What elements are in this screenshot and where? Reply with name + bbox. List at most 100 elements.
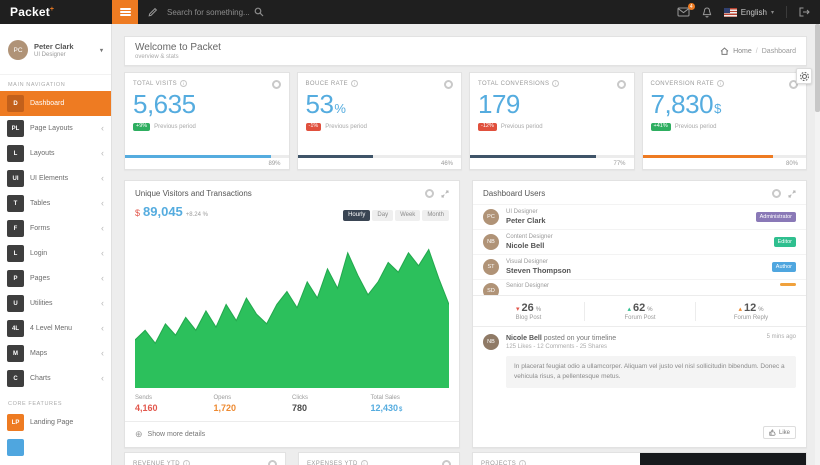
user-list-item[interactable]: NB Content Designer Nicole Bell Editor [473, 229, 806, 254]
menu-item-label: Landing Page [30, 419, 73, 426]
metric-forum-post: ▴ 62 % Forum Post [584, 302, 695, 321]
menu-item-label: Layouts [30, 150, 55, 157]
activity-author[interactable]: Nicole Bell [506, 335, 542, 342]
user-profile[interactable]: PC Peter Clark UI Designer ▾ [0, 24, 111, 75]
user-list-item[interactable]: ST Visual Designer Steven Thompson Autho… [473, 254, 806, 279]
user-list-item[interactable]: SD Senior Designer [473, 279, 806, 295]
info-icon: i [519, 460, 526, 465]
progress-percent: 46% [441, 161, 453, 167]
donut-icon[interactable] [617, 80, 626, 89]
project-photo [640, 453, 807, 465]
gear-icon [799, 71, 810, 82]
settings-gear-button[interactable] [796, 68, 812, 84]
activity-item: NB Nicole Bell posted on your timeline 1… [473, 326, 806, 350]
chevron-down-icon: ▾ [100, 47, 103, 54]
footer-stat-label: Total Sales [371, 395, 450, 401]
navbar-divider [786, 6, 787, 18]
donut-icon[interactable] [444, 80, 453, 89]
compose-icon[interactable] [148, 7, 158, 17]
footer-stat-value: 780 [292, 403, 371, 413]
donut-icon[interactable] [268, 460, 277, 465]
search-icon[interactable] [254, 7, 264, 17]
avatar: NB [483, 234, 499, 250]
donut-icon[interactable] [272, 80, 281, 89]
chevron-left-icon: ‹ [101, 249, 104, 258]
sidebar-item-maps[interactable]: M Maps ‹ [0, 341, 111, 366]
scrollbar-thumb[interactable] [815, 24, 820, 112]
chart-footer-stats: Sends 4,160 Opens 1,720 Clicks 780 Total… [125, 388, 459, 421]
menu-letter-icon: 4L [7, 320, 24, 337]
range-button-day[interactable]: Day [372, 210, 393, 221]
menu-letter-icon: U [7, 295, 24, 312]
menu-letter-icon: P [7, 270, 24, 287]
range-button-week[interactable]: Week [395, 210, 420, 221]
stat-value: 53% [306, 90, 454, 120]
expand-icon[interactable] [788, 190, 796, 198]
search-input[interactable] [167, 8, 249, 17]
page-scrollbar[interactable] [815, 24, 820, 465]
avatar: PC [8, 40, 28, 60]
sidebar-item-login[interactable]: L Login ‹ [0, 241, 111, 266]
avatar: ST [483, 259, 499, 275]
expand-icon[interactable] [441, 190, 449, 198]
role-badge: Administrator [756, 212, 796, 222]
range-button-hourly[interactable]: Hourly [343, 210, 370, 221]
breadcrumb: Home / Dashboard [720, 47, 796, 55]
sidebar-toggle-button[interactable] [112, 0, 138, 24]
sidebar-item-clipped[interactable] [0, 435, 111, 460]
breadcrumb-home[interactable]: Home [733, 48, 752, 55]
sidebar-item-charts[interactable]: C Charts ‹ [0, 366, 111, 391]
sidebar-item-page-layouts[interactable]: PL Page Layouts ‹ [0, 116, 111, 141]
user-role: UI Designer [506, 209, 546, 215]
language-selector[interactable]: English ▾ [724, 8, 774, 17]
metrics-row: ▾ 26 % Blog Post ▴ 62 % Forum Post [473, 295, 806, 326]
footer-stat-label: Opens [214, 395, 293, 401]
activity-quote: In placerat feugiat odio a ullamcorper. … [506, 356, 796, 388]
stat-card-total-conversions: TOTAL CONVERSIONSi 179 -12% Previous per… [469, 72, 635, 170]
delta-badge: +41% [651, 123, 671, 132]
logout-icon[interactable] [799, 7, 810, 17]
sidebar-item-4-level-menu[interactable]: 4L 4 Level Menu ‹ [0, 316, 111, 341]
chevron-left-icon: ‹ [101, 149, 104, 158]
refresh-circle-icon[interactable] [425, 189, 434, 198]
like-button[interactable]: Like [763, 426, 796, 439]
trend-down-caret-icon: ▾ [516, 305, 520, 313]
range-button-month[interactable]: Month [422, 210, 449, 221]
stat-label: PROJECTS [481, 461, 516, 465]
projects-card: PROJECTSi [472, 452, 807, 465]
menu-letter-icon: LP [7, 414, 24, 431]
stat-label: TOTAL VISITS [133, 81, 177, 87]
amount-delta: +8.24 % [186, 212, 208, 218]
delta-badge: -1% [306, 123, 322, 132]
menu-item-label: UI Elements [30, 175, 68, 182]
sidebar-item-layouts[interactable]: L Layouts ‹ [0, 141, 111, 166]
plus-circle-icon: ⊕ [135, 430, 143, 439]
menu-letter-icon: L [7, 245, 24, 262]
chevron-down-icon: ▾ [771, 9, 774, 16]
metric-blog-post: ▾ 26 % Blog Post [473, 302, 584, 321]
sidebar-item-tables[interactable]: T Tables ‹ [0, 191, 111, 216]
sidebar-item-landing-page[interactable]: LP Landing Page [0, 410, 111, 435]
refresh-circle-icon[interactable] [772, 189, 781, 198]
user-name: Peter Clark [34, 42, 74, 52]
progress-bar [298, 155, 462, 158]
donut-icon[interactable] [442, 460, 451, 465]
logo[interactable]: Packet+ [0, 5, 112, 19]
footer-stat-value: 1,720 [214, 403, 293, 413]
sidebar-item-dashboard[interactable]: D Dashboard [0, 91, 111, 116]
menu-item-label: 4 Level Menu [30, 325, 72, 332]
user-name: Steven Thompson [506, 266, 571, 275]
home-icon[interactable] [720, 47, 729, 55]
user-list-item[interactable]: PC UI Designer Peter Clark Administrator [473, 204, 806, 229]
menu-item-label: Charts [30, 375, 51, 382]
breadcrumb-separator: / [756, 48, 758, 55]
sidebar-item-utilities[interactable]: U Utilities ‹ [0, 291, 111, 316]
messages-icon[interactable]: 4 [677, 7, 690, 17]
sidebar-item-pages[interactable]: P Pages ‹ [0, 266, 111, 291]
sidebar-item-forms[interactable]: F Forms ‹ [0, 216, 111, 241]
sidebar-item-ui-elements[interactable]: UI UI Elements ‹ [0, 166, 111, 191]
amount-value: 89,045 [143, 204, 183, 219]
notifications-bell-icon[interactable] [702, 7, 712, 18]
dashboard-users-panel: Dashboard Users PC UI Designer Peter Cla… [472, 180, 807, 448]
show-more-details-link[interactable]: ⊕ Show more details [125, 421, 459, 447]
